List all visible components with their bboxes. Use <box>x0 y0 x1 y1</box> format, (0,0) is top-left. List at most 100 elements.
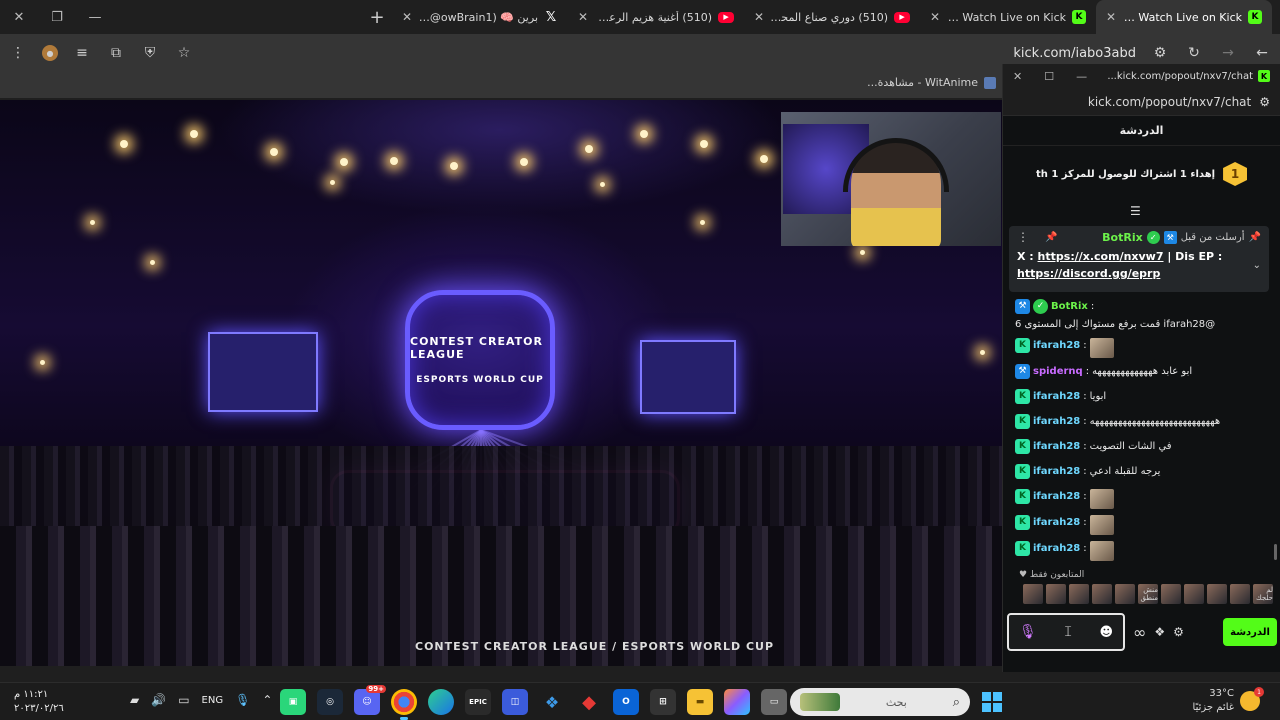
reload-icon[interactable]: ↻ <box>1184 43 1204 63</box>
infinity-icon[interactable]: ∞ <box>1133 623 1146 642</box>
browser-tab[interactable]: 𝕏 برين 🧠 (owBrain1@) / X ✕ <box>392 0 568 34</box>
battery-icon[interactable]: ▰ <box>130 693 139 707</box>
red-app-icon[interactable]: ◆ <box>576 689 602 715</box>
supporter-avatar[interactable] <box>1046 584 1066 604</box>
outlook-icon[interactable]: O <box>613 689 639 715</box>
chat-username[interactable]: ifarah28 <box>1033 338 1080 353</box>
chat-username[interactable]: ifarah28 <box>1033 515 1080 530</box>
edge-icon[interactable] <box>428 689 454 715</box>
bookmark-witanime[interactable]: WitAnime - مشاهدة... <box>867 76 996 89</box>
supporter-avatar[interactable] <box>1069 584 1089 604</box>
tab-close-icon[interactable]: ✕ <box>402 10 412 24</box>
pinned-message[interactable]: 📌 أرسلت من قبل ⚒ ✓ BotRix 📌 ⋮ X : https:… <box>1009 226 1269 292</box>
back-icon[interactable]: ← <box>1252 43 1272 63</box>
supporter-avatar[interactable]: لم حلجك <box>1253 584 1273 604</box>
chat-username[interactable]: BotRix <box>1051 299 1088 314</box>
chat-input[interactable]: 🎙 𝙸 ☻ <box>1007 613 1125 651</box>
app-icon[interactable]: ▣ <box>280 689 306 715</box>
discord-icon[interactable]: ☺ 99+ <box>354 685 386 715</box>
copilot-icon[interactable] <box>724 689 750 715</box>
language-indicator[interactable]: ENG <box>202 695 224 706</box>
supporter-avatar[interactable] <box>1023 584 1043 604</box>
supporter-avatar[interactable] <box>1230 584 1250 604</box>
chat-username[interactable]: ifarah28 <box>1033 464 1080 479</box>
supporter-avatar[interactable] <box>1161 584 1181 604</box>
chat-message[interactable]: Kifarah28: هههههههههههههههههههههههههههه <box>1003 411 1273 436</box>
tab-close-icon[interactable]: ✕ <box>754 10 764 24</box>
more-options-icon[interactable]: ⋮ <box>1017 230 1029 244</box>
tab-close-icon[interactable]: ✕ <box>930 10 940 24</box>
site-settings-icon[interactable]: ⚙ <box>1259 95 1270 109</box>
bookmark-star-icon[interactable]: ☆ <box>174 43 194 63</box>
close-popout-icon[interactable]: ✕ <box>1013 70 1022 83</box>
tab-close-icon[interactable]: ✕ <box>578 10 588 24</box>
gift-icon[interactable]: ❖ <box>1154 625 1165 639</box>
windows-start-icon[interactable] <box>982 692 1002 712</box>
forward-icon[interactable]: → <box>1218 43 1238 63</box>
maximize-popout-icon[interactable]: ☐ <box>1044 70 1054 83</box>
outlook-calendar-icon[interactable]: ◫ <box>502 689 528 715</box>
chat-message[interactable]: Kifarah28: <box>1003 486 1273 512</box>
epic-games-icon[interactable]: EPIC <box>465 689 491 715</box>
send-chat-button[interactable]: الدردشة <box>1223 618 1277 646</box>
supporter-avatar[interactable] <box>1184 584 1204 604</box>
chat-message[interactable]: ⚒ ✓ BotRix: @ifarah28 قمت برفع مستواك إلى ا… <box>1003 296 1273 335</box>
steam-icon[interactable]: ◎ <box>317 689 343 715</box>
chat-username[interactable]: ifarah28 <box>1033 389 1080 404</box>
chat-username[interactable]: ifarah28 <box>1033 414 1080 429</box>
chrome-icon[interactable] <box>391 689 417 720</box>
chat-scrollbar[interactable] <box>1274 544 1277 560</box>
supporter-avatar[interactable] <box>1092 584 1112 604</box>
extensions-icon[interactable]: ⧉ <box>106 43 126 63</box>
pinned-link-discord[interactable]: https://discord.gg/eprp <box>1017 267 1160 280</box>
taskbar-clock[interactable]: ١١:٢١ م ٢٠٢٣/٠٢/٢٦ <box>14 688 64 716</box>
supporter-avatar[interactable] <box>1115 584 1135 604</box>
microphone-icon[interactable]: 🎙 <box>235 693 250 707</box>
minimize-window-icon[interactable]: — <box>76 10 114 25</box>
weather-widget[interactable]: 1 33°C غائم جزئيًا <box>1193 687 1264 715</box>
supporter-avatar[interactable]: منش منطق <box>1138 584 1158 604</box>
mic-icon[interactable]: 🎙 <box>1019 624 1037 640</box>
browser-tab[interactable]: ▶ (510) دوري صناع المحتوى - الأسبوع ✕ <box>744 0 920 34</box>
store-icon[interactable]: ⊞ <box>650 689 676 715</box>
restore-window-icon[interactable]: ❐ <box>38 10 76 25</box>
browser-tab[interactable]: KiABo3aBD Stream - Watch Live on Kick ✕ <box>1096 0 1272 34</box>
profile-icon[interactable]: ● <box>42 45 58 61</box>
chat-message[interactable]: Kifarah28: <box>1003 538 1273 564</box>
chat-message[interactable]: Kifarah28: في الشات التصويت <box>1003 436 1273 461</box>
volume-icon[interactable]: 🔊 <box>151 693 166 707</box>
chat-message[interactable]: Kifarah28: ابويا <box>1003 386 1273 411</box>
tab-close-icon[interactable]: ✕ <box>1106 10 1116 24</box>
sub-goal-banner[interactable]: 1 إهداء 1 اشتراك للوصول للمركز 1 th <box>1003 146 1280 202</box>
reading-list-icon[interactable]: ≡ <box>72 43 92 63</box>
browser-tab[interactable]: ▶ (510) أغنية هزيم الرعد | ريمكس ✕ <box>568 0 744 34</box>
emoji-icon[interactable]: ☻ <box>1099 625 1113 640</box>
dropbox-icon[interactable]: ❖ <box>539 689 565 715</box>
shield-icon[interactable]: ⛨ <box>140 43 160 63</box>
browser-tab[interactable]: K Nxv7 Stream - Watch Live on Kick ✕ <box>920 0 1096 34</box>
chat-username[interactable]: ifarah28 <box>1033 541 1080 556</box>
close-window-icon[interactable]: ✕ <box>0 10 38 25</box>
minimize-popout-icon[interactable]: — <box>1076 70 1087 83</box>
expand-chevron-icon[interactable]: ⌄ <box>1253 260 1261 271</box>
address-bar[interactable]: kick.com/iabo3abd <box>1013 46 1136 61</box>
chat-username[interactable]: ifarah28 <box>1033 489 1080 504</box>
menu-icon[interactable]: ⋮ <box>8 43 28 63</box>
chat-message[interactable]: Kifarah28: يرجه للقبلة ادعي <box>1003 461 1273 486</box>
new-tab-button[interactable]: + <box>362 2 392 32</box>
show-hidden-icons-icon[interactable]: ⌃ <box>262 693 272 707</box>
chat-message[interactable]: ⚒ spidernq: ابو عابد هههههههههههههه <box>1003 361 1273 386</box>
taskbar-search[interactable]: ⌕ بحث <box>790 688 970 716</box>
chat-username[interactable]: spidernq <box>1033 364 1083 379</box>
filter-icon[interactable]: ☰ <box>1130 204 1141 218</box>
pinned-link-x[interactable]: https://x.com/nxvw7 <box>1038 250 1164 263</box>
supporter-avatar[interactable] <box>1207 584 1227 604</box>
chat-message[interactable]: Kifarah28: <box>1003 512 1273 538</box>
chat-username[interactable]: ifarah28 <box>1033 439 1080 454</box>
unpin-icon[interactable]: 📌 <box>1045 232 1057 243</box>
display-icon[interactable]: ▭ <box>178 693 189 707</box>
app-window-icon[interactable]: ▭ <box>761 689 787 715</box>
chat-message[interactable]: Kifarah28: <box>1003 335 1273 361</box>
pinned-user[interactable]: BotRix <box>1102 231 1143 244</box>
settings-gear-icon[interactable]: ⚙ <box>1173 625 1184 639</box>
